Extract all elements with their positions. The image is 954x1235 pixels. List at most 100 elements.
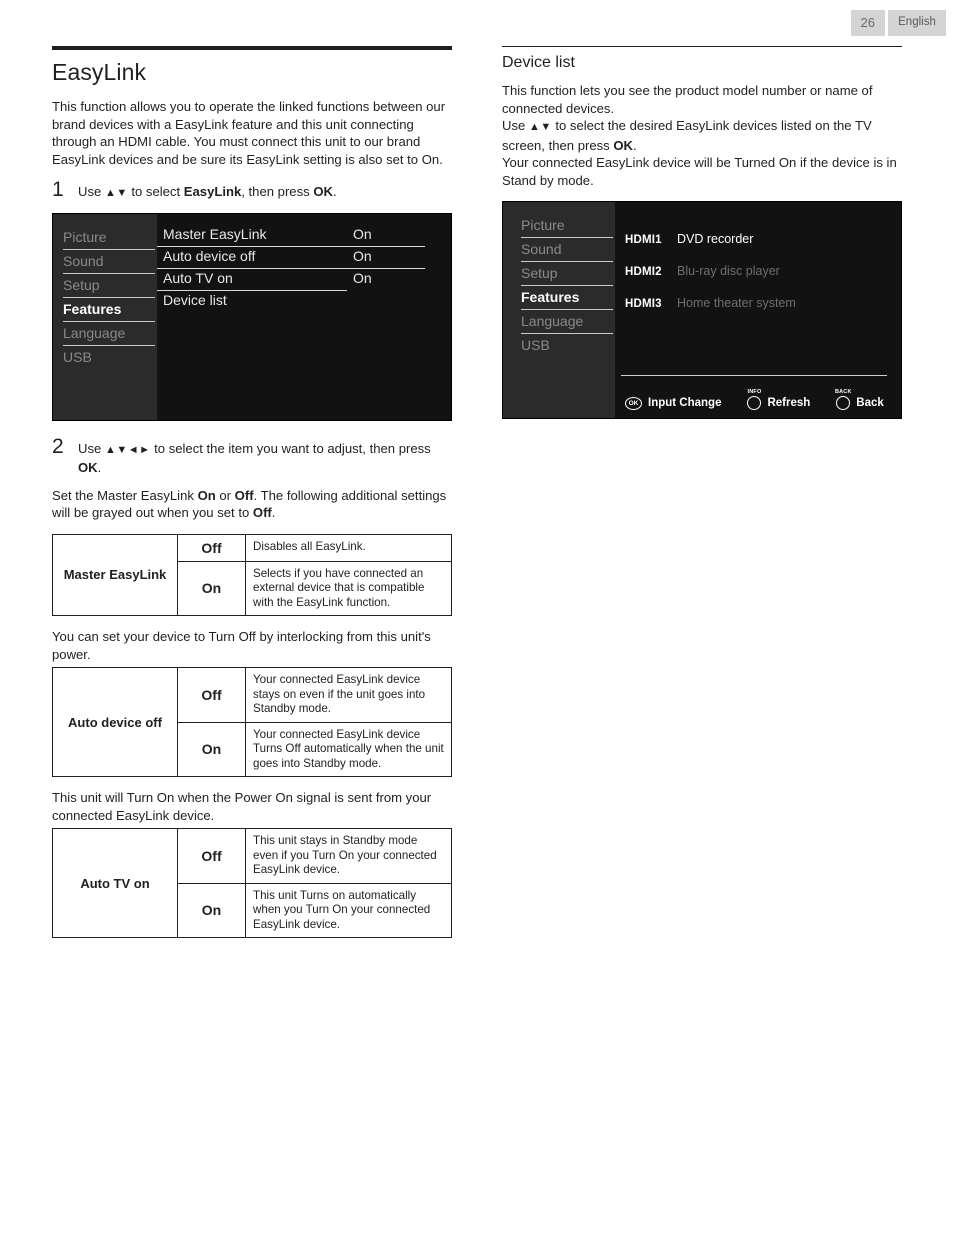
device-list-paragraph-3: Your connected EasyLink device will be T… [502,155,897,188]
device-list-paragraph-2: Use ▲▼ to select the desired EasyLink de… [502,117,902,154]
device-name-hdmi2: Blu-ray disc player [677,264,780,278]
info-key-cap: INFO [747,389,762,395]
sidebar-item-features[interactable]: Features [63,298,155,322]
footer-button-refresh[interactable]: INFO Refresh [747,389,811,410]
device-name-hdmi1: DVD recorder [677,232,754,246]
intro-paragraph: This function allows you to operate the … [52,99,446,167]
table-auto-device-off-name: Auto device off [52,667,178,777]
step-1-prefix: Use [78,184,102,199]
sidebar-item-sound-right[interactable]: Sound [521,238,613,262]
step-1-mid: to select [131,184,181,199]
step-1-bold-easylink: EasyLink [183,184,242,199]
osd-row-master-easylink[interactable]: Master EasyLink On [157,226,451,248]
master-easylink-paragraph: Set the Master EasyLink On or Off. The f… [52,487,452,522]
table-master-easylink: Master EasyLink Off Disables all EasyLin… [52,533,452,617]
sidebar-item-sound[interactable]: Sound [63,250,155,274]
footer-label-input-change: Input Change [648,397,722,409]
footer-button-input-change[interactable]: OK Input Change [625,396,722,410]
step-2-bold-ok: OK [78,460,98,475]
sidebar-item-picture-right[interactable]: Picture [521,214,613,238]
footer-button-back[interactable]: BACK Back [835,389,884,410]
mep-a: Set the Master EasyLink [52,487,198,503]
step-1-bold-ok: OK [313,184,333,199]
footer-label-refresh: Refresh [767,397,811,409]
table-master-easylink-value-off: Off [177,533,246,562]
back-key-cap: BACK [834,389,852,395]
sidebar-item-usb[interactable]: USB [63,346,155,369]
osd-row-auto-device-off[interactable]: Auto device off On [157,248,451,270]
table-row: Master EasyLink Off Disables all EasyLin… [52,533,452,616]
auto-tv-on-paragraph: This unit will Turn On when the Power On… [52,790,432,823]
mep-on: On [197,487,216,503]
step-2-mid: to select the item you want to adjust, t… [154,440,431,456]
sidebar-item-language[interactable]: Language [63,322,155,346]
step-2-prefix: Use [78,440,102,456]
page-title: EasyLink [52,59,147,85]
device-name-hdmi3: Home theater system [677,296,796,310]
step-2-text: Use ▲▼◄► to select the item you want to … [78,437,452,477]
step-1-text: Use ▲▼ to select EasyLink, then press OK… [78,180,337,203]
sidebar-item-picture[interactable]: Picture [63,226,155,250]
step-2-number: 2 [52,434,64,458]
sidebar-item-language-right[interactable]: Language [521,310,613,334]
right-column: Device list This function lets you see t… [502,46,902,419]
osd-sidebar: Picture Sound Setup Features Language US… [53,213,157,420]
table-master-easylink-desc-off: Disables all EasyLink. [245,533,452,562]
updown-arrows-icon-right: ▲▼ [528,121,552,133]
sidebar-item-usb-right[interactable]: USB [521,334,613,357]
info-key-icon: INFO [747,389,762,410]
direction-arrows-icon: ▲▼◄► [104,443,151,456]
osd-label-auto-device-off: Auto device off [157,248,347,269]
step-1-number: 1 [52,178,64,201]
table-auto-tv-on-desc-on: This unit Turns on automatically when yo… [245,882,452,938]
table-master-easylink-desc-on: Selects if you have connected an externa… [245,560,452,616]
tv-menu-screenshot-device-list: Picture Sound Setup Features Language US… [502,201,902,419]
osd-value-auto-tv-on: On [353,269,372,286]
device-list-title: Device list [502,54,575,71]
osd-footer-buttons: OK Input Change INFO Refresh BACK Back [625,389,893,410]
osd-footer-divider [621,375,887,376]
device-port-hdmi2: HDMI2 [625,266,662,278]
mep-d: . [271,505,276,520]
table-auto-device-off-desc-on: Your connected EasyLink device Turns Off… [245,721,452,777]
osd-row-device-list[interactable]: Device list [157,292,451,314]
table-auto-tv-on-desc-off: This unit stays in Standby mode even if … [245,828,452,884]
device-row-hdmi1[interactable]: HDMI1 DVD recorder [615,232,901,246]
mep-or: or [215,487,235,503]
device-port-hdmi1: HDMI1 [625,234,662,246]
osd-value-auto-device-off: On [347,248,425,269]
table-master-easylink-name: Master EasyLink [52,533,178,616]
step-2-suffix: . [97,460,102,475]
device-row-hdmi2[interactable]: HDMI2 Blu-ray disc player [615,264,901,278]
step-1-suffix: . [332,184,337,199]
table-auto-device-off-desc-off: Your connected EasyLink device stays on … [245,667,452,723]
ok-key-icon: OK [625,396,642,410]
osd-value-master-easylink: On [347,226,425,247]
dlp2-b: to select the desired EasyLink devices l… [502,118,872,153]
osd-label-auto-tv-on: Auto TV on [157,270,347,291]
table-master-easylink-value-on: On [177,560,246,616]
sidebar-item-setup[interactable]: Setup [63,274,155,298]
table-auto-device-off: Auto device off Off Your connected EasyL… [52,667,452,777]
dlp2-ok: OK [613,137,633,153]
osd-value-device-list [347,292,425,313]
sidebar-item-features-right[interactable]: Features [521,286,613,310]
language-badge: English [888,10,946,36]
device-row-hdmi3[interactable]: HDMI3 Home theater system [615,296,901,310]
step-1-mid2: , then press [241,184,310,199]
osd-sidebar-right: Picture Sound Setup Features Language US… [503,202,615,418]
mep-off1: Off [234,487,254,503]
left-column: EasyLink This function allows you to ope… [52,46,452,950]
device-list-paragraph-1: This function lets you see the product m… [502,83,873,116]
osd-device-panel: HDMI1 DVD recorder HDMI2 Blu-ray disc pl… [615,202,901,418]
mep-off2: Off [252,505,272,520]
footer-label-back: Back [856,397,884,409]
sidebar-item-setup-right[interactable]: Setup [521,262,613,286]
osd-label-master-easylink: Master EasyLink [157,226,347,247]
osd-settings-panel: Master EasyLink On Auto device off On Au… [157,214,451,420]
table-auto-tv-on: Auto TV on Off This unit stays in Standb… [52,828,452,938]
step-2: 2 Use ▲▼◄► to select the item you want t… [52,434,452,477]
table-auto-tv-on-value-off: Off [177,828,246,884]
osd-row-auto-tv-on[interactable]: Auto TV on On [157,270,451,292]
table-auto-tv-on-name: Auto TV on [52,828,178,938]
